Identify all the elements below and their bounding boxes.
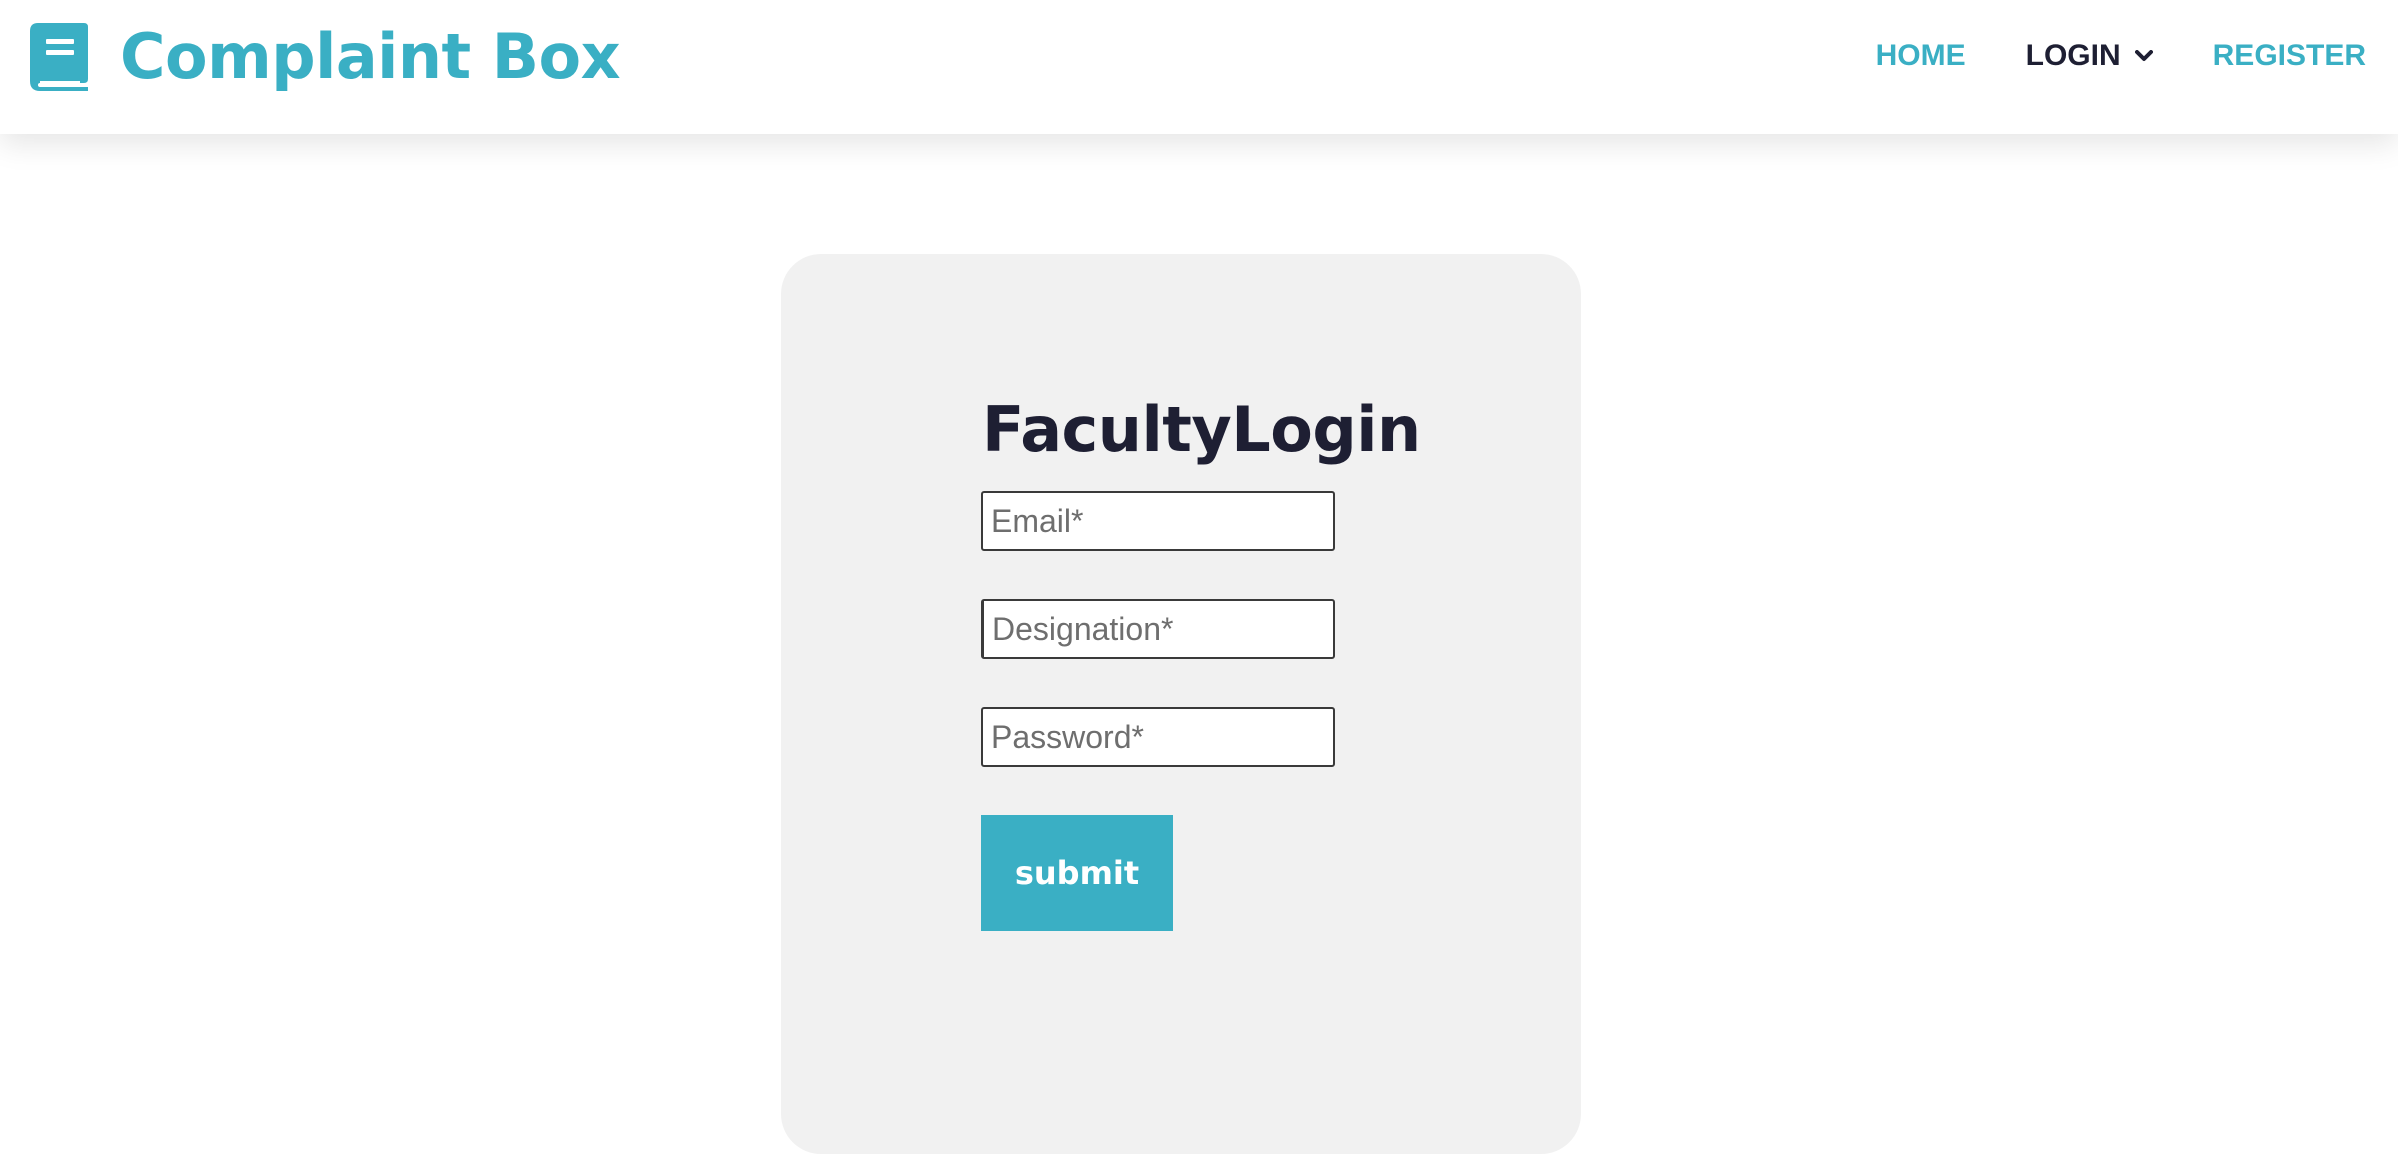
submit-button[interactable]: submit <box>981 815 1173 931</box>
designation-field[interactable] <box>981 599 1335 659</box>
brand-name: Complaint Box <box>120 20 621 93</box>
email-field[interactable] <box>981 491 1335 551</box>
brand-link[interactable]: Complaint Box <box>30 20 621 94</box>
password-field[interactable] <box>981 707 1335 767</box>
form-title: FacultyLogin <box>982 392 1421 466</box>
navbar: Complaint Box HOME LOGIN REGISTER <box>0 0 2398 134</box>
nav-links: HOME LOGIN REGISTER <box>1876 30 2366 82</box>
nav-login-link[interactable]: LOGIN <box>2026 39 2121 73</box>
nav-register-link[interactable]: REGISTER <box>2213 39 2366 73</box>
book-icon <box>30 23 88 91</box>
nav-login-dropdown[interactable]: LOGIN <box>2026 39 2153 73</box>
nav-home-link[interactable]: HOME <box>1876 39 1966 73</box>
chevron-down-icon <box>2134 50 2153 61</box>
